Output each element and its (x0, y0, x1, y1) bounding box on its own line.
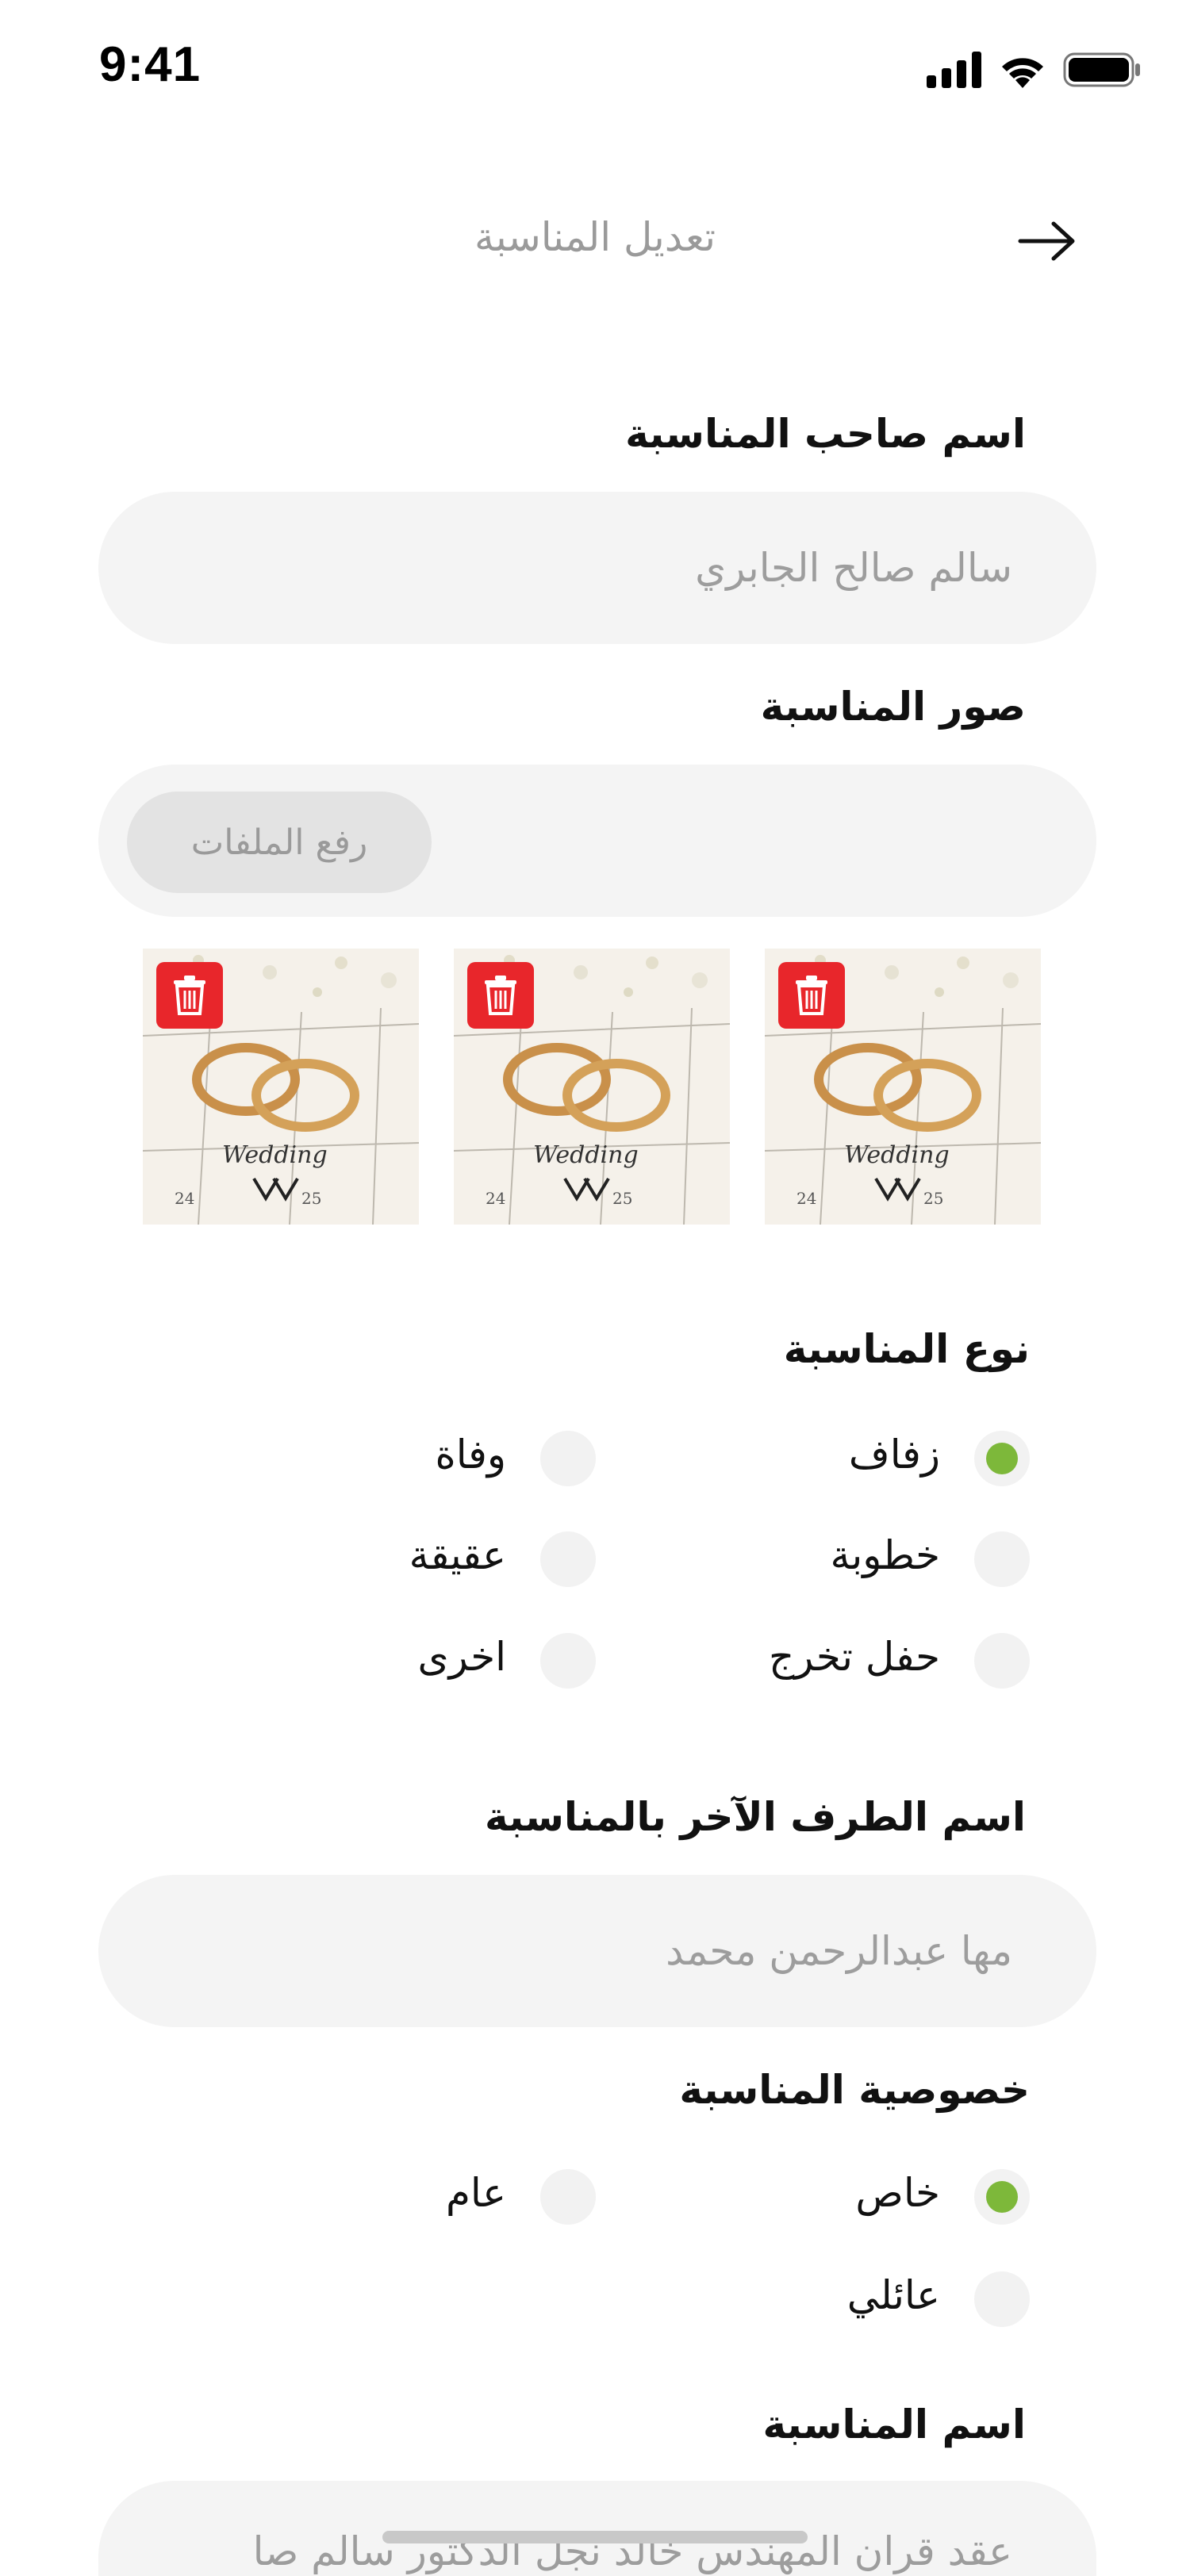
owner-name-input[interactable]: سالم صالح الجابري (98, 492, 1096, 644)
svg-text:25: 25 (612, 1189, 632, 1208)
privacy-option-label: خاص (855, 2170, 940, 2216)
other-party-label: اسم الطرف الآخر بالمناسبة (485, 1794, 1026, 1840)
radio-event-type-wedding[interactable] (974, 1431, 1030, 1486)
page-title: تعديل المناسبة (474, 214, 716, 260)
delete-photo-button[interactable] (467, 962, 534, 1029)
svg-text:24: 24 (797, 1189, 816, 1208)
radio-event-type-graduation[interactable] (974, 1633, 1030, 1689)
status-icons (927, 46, 1142, 94)
radio-selected-dot (986, 2181, 1018, 2213)
event-type-option-label: خطوبة (830, 1532, 940, 1578)
event-type-option-label: زفاف (848, 1432, 940, 1478)
privacy-option-label: عائلي (846, 2272, 940, 2318)
event-type-label: نوع المناسبة (783, 1326, 1030, 1372)
radio-event-type-other[interactable] (540, 1633, 596, 1689)
svg-text:24: 24 (486, 1189, 505, 1208)
svg-text:Wedding: Wedding (222, 1141, 328, 1169)
radio-event-type-condolence[interactable] (540, 1431, 596, 1486)
radio-privacy-public[interactable] (540, 2169, 596, 2225)
radio-event-type-aqiqah[interactable] (540, 1531, 596, 1587)
trash-icon (796, 976, 827, 1015)
back-button[interactable] (1014, 216, 1081, 266)
upload-files-button[interactable]: رفع الملفات (127, 792, 432, 893)
event-type-option-label: وفاة (435, 1432, 506, 1478)
radio-privacy-private[interactable] (974, 2169, 1030, 2225)
delete-photo-button[interactable] (156, 962, 223, 1029)
signal-icon (927, 52, 981, 88)
event-photo: Wedding 24 25 (765, 949, 1041, 1225)
event-photo: Wedding 24 25 (143, 949, 419, 1225)
svg-text:Wedding: Wedding (844, 1141, 950, 1169)
event-type-option-label: عقيقة (409, 1532, 506, 1578)
battery-icon (1063, 52, 1140, 87)
other-party-value: مها عبدالرحمن محمد (666, 1928, 1012, 1974)
privacy-option-label: عام (445, 2170, 506, 2216)
event-name-label: اسم المناسبة (762, 2402, 1026, 2448)
owner-label: اسم صاحب المناسبة (625, 411, 1026, 457)
owner-name-value: سالم صالح الجابري (695, 545, 1012, 591)
trash-icon (485, 976, 516, 1015)
wifi-icon (1002, 58, 1043, 88)
radio-event-type-engagement[interactable] (974, 1531, 1030, 1587)
privacy-label: خصوصية المناسبة (679, 2067, 1030, 2113)
radio-privacy-family[interactable] (974, 2271, 1030, 2327)
event-type-option-label: حفل تخرج (768, 1634, 940, 1680)
svg-text:25: 25 (301, 1189, 321, 1208)
status-time: 9:41 (99, 37, 202, 92)
event-name-input[interactable]: عقد قران المهندس خالد نجل الدكتور سالم ص… (98, 2481, 1096, 2576)
arrow-right-icon (1018, 221, 1075, 261)
home-indicator (382, 2531, 808, 2543)
event-type-option-label: اخرى (417, 1634, 506, 1680)
photos-label: صور المناسبة (760, 684, 1026, 730)
radio-selected-dot (986, 1443, 1018, 1474)
svg-text:Wedding: Wedding (533, 1141, 639, 1169)
trash-icon (174, 976, 205, 1015)
event-photo: Wedding 24 25 (454, 949, 730, 1225)
svg-text:24: 24 (175, 1189, 194, 1208)
delete-photo-button[interactable] (778, 962, 845, 1029)
other-party-input[interactable]: مها عبدالرحمن محمد (98, 1875, 1096, 2027)
svg-text:25: 25 (923, 1189, 943, 1208)
